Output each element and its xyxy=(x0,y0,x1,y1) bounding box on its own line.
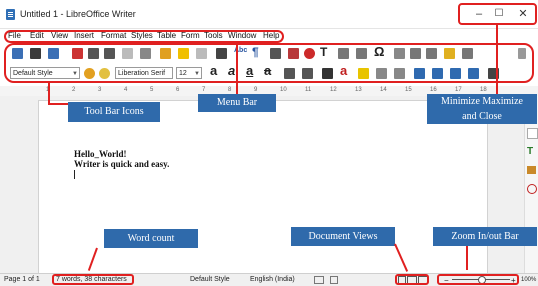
writer-app-icon xyxy=(6,9,15,20)
toolbar-highlight xyxy=(4,43,534,83)
ruler-tick: 5 xyxy=(150,87,154,93)
callout-pointer xyxy=(466,246,468,270)
menu-bar-callout: Menu Bar xyxy=(198,94,276,112)
ruler-tick: 8 xyxy=(228,87,232,93)
window-controls-callout: Minimize Maximize and Close xyxy=(427,94,537,124)
menu-bar-highlight xyxy=(4,30,284,43)
document-line-1[interactable]: Hello_World! xyxy=(74,149,127,159)
text-cursor xyxy=(74,170,75,179)
zoom-callout: Zoom In/out Bar xyxy=(433,227,537,246)
ruler-tick: 2 xyxy=(72,87,76,93)
window-title: Untitled 1 - LibreOffice Writer xyxy=(20,9,136,19)
ruler-tick: 7 xyxy=(202,87,206,93)
navigator-icon[interactable] xyxy=(527,184,537,194)
page-count-status[interactable]: Page 1 of 1 xyxy=(4,276,40,283)
insert-mode-icon[interactable] xyxy=(314,276,324,284)
styles-icon[interactable]: T xyxy=(527,146,533,157)
document-page[interactable] xyxy=(38,100,488,275)
ruler-tick: 13 xyxy=(355,87,362,93)
document-views-highlight xyxy=(395,274,429,285)
page-style-status[interactable]: Default Style xyxy=(190,276,230,283)
callout-pointer xyxy=(496,25,498,94)
toolbar-icons-callout: Tool Bar Icons xyxy=(68,102,160,122)
word-count-callout: Word count xyxy=(104,229,198,248)
ruler-tick: 4 xyxy=(124,87,128,93)
ruler-tick: 6 xyxy=(176,87,180,93)
zoom-level-status[interactable]: 100% xyxy=(521,277,536,283)
document-line-2[interactable]: Writer is quick and easy. xyxy=(74,159,169,169)
ruler-tick: 10 xyxy=(280,87,287,93)
ruler-tick: 11 xyxy=(305,87,312,93)
callout-pointer xyxy=(48,83,50,103)
ruler-tick: 9 xyxy=(254,87,258,93)
document-views-callout: Document Views xyxy=(291,227,395,246)
word-count-highlight xyxy=(52,274,134,285)
callout-pointer xyxy=(236,43,238,94)
ruler-tick: 18 xyxy=(480,87,487,93)
gallery-icon[interactable] xyxy=(527,166,536,174)
language-status[interactable]: English (India) xyxy=(250,276,295,283)
callout-pointer xyxy=(48,103,68,105)
ruler-tick: 17 xyxy=(455,87,462,93)
zoom-bar-highlight xyxy=(437,274,519,285)
window-controls-highlight xyxy=(458,3,537,25)
ruler-tick: 16 xyxy=(430,87,437,93)
ruler-tick: 3 xyxy=(98,87,102,93)
ruler-tick: 15 xyxy=(405,87,412,93)
properties-icon[interactable] xyxy=(527,128,538,139)
ruler-tick: 14 xyxy=(380,87,387,93)
selection-mode-icon[interactable] xyxy=(330,276,338,284)
ruler-tick: 12 xyxy=(330,87,337,93)
